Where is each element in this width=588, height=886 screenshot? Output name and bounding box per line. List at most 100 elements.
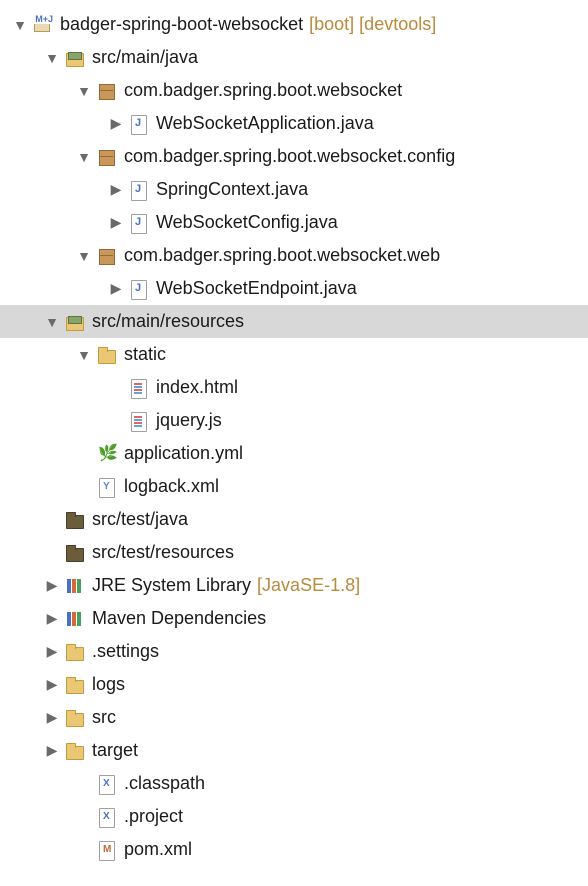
disclosure-arrow-right-icon[interactable]: ▶	[42, 609, 62, 629]
indent-spacer	[4, 420, 106, 421]
java-file-icon	[128, 113, 150, 135]
tree-row[interactable]: src/test/resources	[0, 536, 588, 569]
tree-row[interactable]: .project	[0, 800, 588, 833]
tree-row[interactable]: ▶ JRE System Library [JavaSE-1.8]	[0, 569, 588, 602]
empty-source-folder-icon	[64, 542, 86, 564]
disclosure-arrow-right-icon[interactable]: ▶	[106, 114, 126, 134]
tree-item-label: pom.xml	[124, 839, 192, 860]
indent-spacer	[4, 618, 42, 619]
tree-item-label: .classpath	[124, 773, 205, 794]
disclosure-arrow-down-icon[interactable]: ▼	[74, 345, 94, 365]
disclosure-arrow-right-icon[interactable]: ▶	[42, 642, 62, 662]
tree-item-label: WebSocketConfig.java	[156, 212, 338, 233]
tree-row[interactable]: ▼ src/main/resources	[0, 305, 588, 338]
disclosure-arrow-right-icon[interactable]: ▶	[106, 213, 126, 233]
tree-row[interactable]: ▶ WebSocketApplication.java	[0, 107, 588, 140]
source-folder-icon	[64, 47, 86, 69]
indent-spacer	[4, 123, 106, 124]
tree-row[interactable]: ▶ .settings	[0, 635, 588, 668]
disclosure-arrow-down-icon[interactable]: ▼	[74, 246, 94, 266]
package-icon	[96, 80, 118, 102]
disclosure-arrow-right-icon[interactable]: ▶	[42, 576, 62, 596]
tree-item-label: src/main/resources	[92, 311, 244, 332]
tree-item-label: badger-spring-boot-websocket	[60, 14, 303, 35]
disclosure-arrow-right-icon[interactable]: ▶	[42, 708, 62, 728]
tree-item-label: .settings	[92, 641, 159, 662]
indent-spacer	[4, 321, 42, 322]
disclosure-arrow-right-icon[interactable]: ▶	[106, 180, 126, 200]
tree-row[interactable]: ▼ com.badger.spring.boot.websocket.config	[0, 140, 588, 173]
project-explorer-tree[interactable]: ▼M+Jbadger-spring-boot-websocket[boot] […	[0, 0, 588, 866]
tree-row[interactable]: ▶ target	[0, 734, 588, 767]
tree-row[interactable]: ▼ com.badger.spring.boot.websocket	[0, 74, 588, 107]
xml-file-icon	[96, 773, 118, 795]
tree-row[interactable]: ▶ Maven Dependencies	[0, 602, 588, 635]
tree-row[interactable]: ▶SpringContext.java	[0, 173, 588, 206]
disclosure-arrow-right-icon[interactable]: ▶	[42, 741, 62, 761]
file-icon	[128, 377, 150, 399]
tree-row[interactable]: ▼M+J badger-spring-boot-websocket [boot] […	[0, 8, 588, 41]
indent-spacer	[4, 354, 74, 355]
folder-icon	[96, 344, 118, 366]
tree-item-label: logs	[92, 674, 125, 695]
tree-item-label: WebSocketApplication.java	[156, 113, 374, 134]
java-file-icon	[128, 179, 150, 201]
tree-item-label: application.yml	[124, 443, 243, 464]
tree-row[interactable]: ▼src/main/java	[0, 41, 588, 74]
indent-spacer	[4, 156, 74, 157]
tree-item-label: jquery.js	[156, 410, 222, 431]
tree-item-label: src/test/java	[92, 509, 188, 530]
tree-item-label: target	[92, 740, 138, 761]
tree-row[interactable]: application.yml	[0, 437, 588, 470]
folder-icon	[64, 641, 86, 663]
empty-source-folder-icon	[64, 509, 86, 531]
project-icon: M+J	[32, 14, 54, 36]
disclosure-arrow-down-icon[interactable]: ▼	[42, 48, 62, 68]
disclosure-arrow-right-icon[interactable]: ▶	[106, 279, 126, 299]
tree-item-decoration: [boot] [devtools]	[309, 14, 436, 35]
tree-item-label: com.badger.spring.boot.websocket.config	[124, 146, 455, 167]
tree-row[interactable]: ▼ static	[0, 338, 588, 371]
java-file-icon	[128, 212, 150, 234]
folder-icon	[64, 707, 86, 729]
tree-item-label: JRE System Library	[92, 575, 251, 596]
tree-row[interactable]: pom.xml	[0, 833, 588, 866]
disclosure-arrow-right-icon[interactable]: ▶	[42, 675, 62, 695]
tree-row[interactable]: jquery.js	[0, 404, 588, 437]
indent-spacer	[4, 255, 74, 256]
indent-spacer	[4, 552, 42, 553]
tree-item-label: Maven Dependencies	[92, 608, 266, 629]
tree-row[interactable]: ▼ com.badger.spring.boot.websocket.web	[0, 239, 588, 272]
tree-item-label: com.badger.spring.boot.websocket.web	[124, 245, 440, 266]
tree-row[interactable]: .classpath	[0, 767, 588, 800]
tree-row[interactable]: ▶ WebSocketEndpoint.java	[0, 272, 588, 305]
tree-item-label: com.badger.spring.boot.websocket	[124, 80, 402, 101]
tree-row[interactable]: index.html	[0, 371, 588, 404]
disclosure-arrow-down-icon[interactable]: ▼	[42, 312, 62, 332]
tree-item-label: src	[92, 707, 116, 728]
disclosure-arrow-down-icon[interactable]: ▼	[74, 147, 94, 167]
library-icon	[64, 608, 86, 630]
tree-item-label: logback.xml	[124, 476, 219, 497]
tree-row[interactable]: ▶ src	[0, 701, 588, 734]
indent-spacer	[4, 717, 42, 718]
indent-spacer	[4, 849, 74, 850]
tree-item-label: static	[124, 344, 166, 365]
tree-item-label: .project	[124, 806, 183, 827]
disclosure-arrow-down-icon[interactable]: ▼	[74, 81, 94, 101]
tree-item-label: WebSocketEndpoint.java	[156, 278, 357, 299]
library-icon	[64, 575, 86, 597]
tree-row[interactable]: ▶ logs	[0, 668, 588, 701]
indent-spacer	[4, 783, 74, 784]
indent-spacer	[4, 288, 106, 289]
tree-item-label: src/test/resources	[92, 542, 234, 563]
disclosure-arrow-down-icon[interactable]: ▼	[10, 15, 30, 35]
indent-spacer	[4, 651, 42, 652]
xml-file-icon	[96, 476, 118, 498]
tree-row[interactable]: ▶ WebSocketConfig.java	[0, 206, 588, 239]
tree-row[interactable]: logback.xml	[0, 470, 588, 503]
tree-item-decoration: [JavaSE-1.8]	[257, 575, 360, 596]
indent-spacer	[4, 90, 74, 91]
tree-row[interactable]: src/test/java	[0, 503, 588, 536]
package-icon	[96, 146, 118, 168]
